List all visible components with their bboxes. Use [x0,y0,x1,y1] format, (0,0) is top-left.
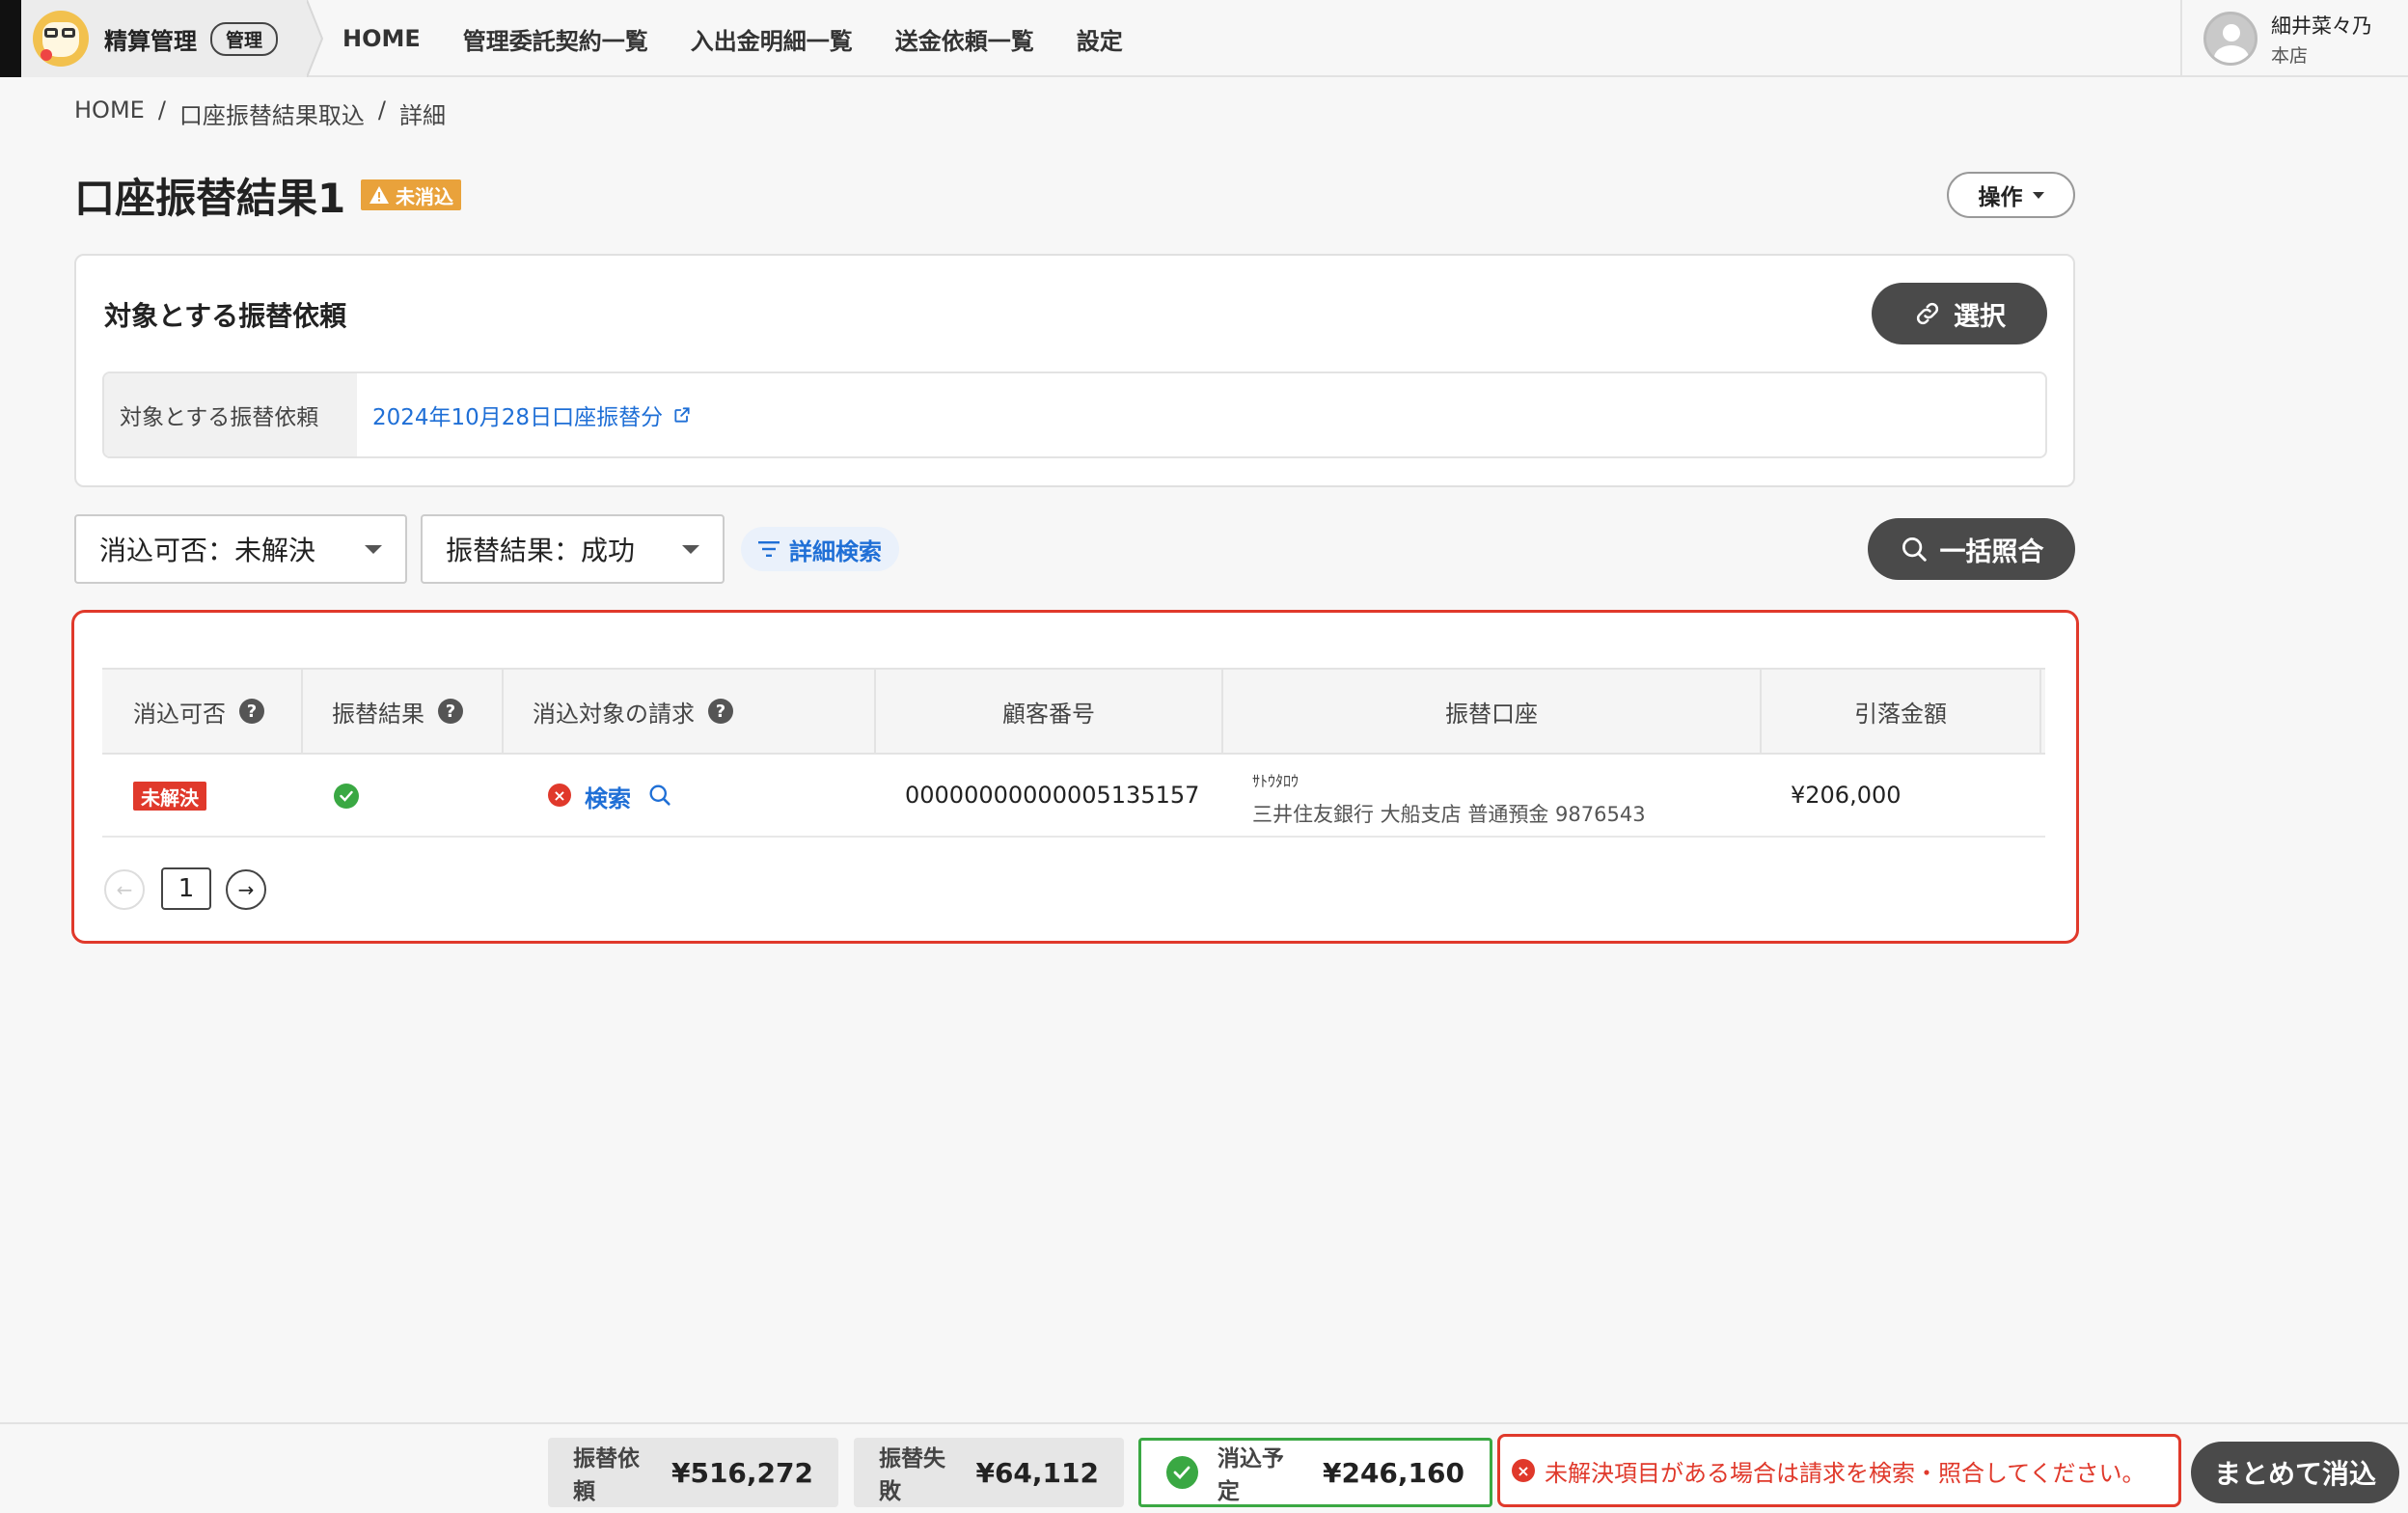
bulk-match-button[interactable]: 一括照合 [1868,518,2075,580]
th-reconcile-label: 消込可否 [133,700,226,728]
pager-prev-button[interactable]: ← [104,869,145,910]
warning-icon [369,186,389,204]
check-circle-icon [1166,1456,1198,1489]
link-icon [1916,302,1939,325]
summary-value: ¥246,160 [1322,1456,1464,1489]
summary-label: 振替失敗 [879,1446,945,1504]
help-icon[interactable]: ? [239,699,264,724]
breadcrumb-separator: / [377,96,386,124]
account-bank-info: 三井住友銀行 大船支店 普通預金 9876543 [1252,803,1646,826]
search-icon[interactable] [646,782,673,809]
card-title: 対象とする振替依頼 [104,300,347,332]
pager-current-page[interactable]: 1 [161,867,211,910]
target-request-row: 対象とする振替依頼 2024年10月28日口座振替分 [102,371,2047,458]
search-request-link[interactable]: 検索 [585,780,631,813]
advanced-search-label: 詳細検索 [789,537,882,565]
select-button[interactable]: 選択 [1872,283,2047,344]
error-x-icon: × [1512,1459,1535,1482]
nav-settings[interactable]: 設定 [1077,22,1123,56]
batch-reconcile-button[interactable]: まとめて消込 [2191,1442,2399,1503]
error-x-icon: × [548,784,571,807]
bulk-match-label: 一括照合 [1939,536,2044,567]
window-edge [0,0,21,77]
target-request-link[interactable]: 2024年10月28日口座振替分 [357,373,692,456]
warning-text: 未解決項目がある場合は請求を検索・照合してください。 [1545,1459,2146,1487]
advanced-search-button[interactable]: 詳細検索 [741,527,899,571]
help-icon[interactable]: ? [708,699,733,724]
th-account-label: 振替口座 [1445,700,1538,728]
unresolved-warning: × 未解決項目がある場合は請求を検索・照合してください。 [1497,1434,2181,1507]
th-target-request-label: 消込対象の請求 [533,700,695,728]
user-menu[interactable]: 細井菜々乃 本店 [2180,0,2408,77]
help-icon[interactable]: ? [438,699,463,724]
breadcrumb-import[interactable]: 口座振替結果取込 [179,96,365,130]
app-logo-icon [33,11,89,67]
dropdown-arrow-icon [682,544,699,554]
result-filter-select[interactable]: 振替結果：成功 [421,514,725,584]
summary-scheduled: 消込予定 ¥246,160 [1138,1438,1492,1507]
nav-home[interactable]: HOME [342,25,421,52]
filter-icon [758,541,780,557]
dropdown-arrow-icon [365,544,382,554]
th-customer-no: 顧客番号 [876,668,1223,755]
summary-value: ¥516,272 [670,1456,813,1489]
account-holder-kana: ｻﾄｳﾀﾛｳ [1252,772,1300,790]
nav-remittance-requests[interactable]: 送金依頼一覧 [895,22,1034,56]
summary-transfer-request: 振替依頼 ¥516,272 [548,1438,838,1507]
target-request-value[interactable]: 2024年10月28日口座振替分 [372,399,663,431]
nav-deposit-details[interactable]: 入出金明細一覧 [691,22,853,56]
summary-value: ¥64,112 [975,1456,1099,1489]
brand-divider [307,0,324,77]
th-account: 振替口座 [1223,668,1762,755]
th-customer-no-label: 顧客番号 [1002,700,1095,728]
summary-label: 振替依頼 [573,1446,640,1504]
debit-amount: ¥206,000 [1791,782,1902,809]
page-title: 口座振替結果1 [74,175,346,222]
summary-transfer-failed: 振替失敗 ¥64,112 [854,1438,1124,1507]
th-target-request: 消込対象の請求 ? [504,668,876,755]
th-transfer-result-label: 振替結果 [332,700,424,728]
status-badge-label: 未消込 [396,184,453,208]
th-reconcile: 消込可否 ? [102,668,303,755]
th-amount-label: 引落金額 [1854,700,1947,728]
role-badge: 管理 [210,21,279,56]
breadcrumb: HOME / 口座振替結果取込 / 詳細 [74,96,446,130]
result-filter-value: 振替結果：成功 [446,535,636,566]
select-label: 選択 [1954,301,2006,332]
brand-title: 精算管理 [104,27,197,55]
external-link-icon [674,407,690,423]
breadcrumb-current: 詳細 [399,102,446,129]
user-branch: 本店 [2271,44,2309,67]
operations-dropdown[interactable]: 操作 [1947,172,2075,218]
reconcile-filter-select[interactable]: 消込可否：未解決 [74,514,407,584]
reconcile-filter-value: 消込可否：未解決 [99,535,316,566]
breadcrumb-separator: / [157,96,166,124]
status-badge: 未消込 [361,179,461,210]
search-icon [1902,537,1927,562]
target-request-label: 対象とする振替依頼 [104,373,357,456]
reconcile-status-badge: 未解決 [133,782,206,811]
customer-number: 00000000000005135157 [905,782,1200,809]
summary-label: 消込予定 [1217,1446,1284,1504]
th-amount: 引落金額 [1762,668,2041,755]
th-transfer-result: 振替結果 ? [303,668,504,755]
user-name: 細井菜々乃 [2271,14,2372,38]
caret-down-icon [2032,191,2044,199]
operations-label: 操作 [1978,185,2023,210]
avatar-icon [2203,12,2258,66]
success-check-icon [334,784,359,809]
breadcrumb-home[interactable]: HOME [74,96,145,130]
nav-management-contracts[interactable]: 管理委託契約一覧 [463,22,648,56]
main-nav: HOME 管理委託契約一覧 入出金明細一覧 送金依頼一覧 設定 [342,0,1123,77]
brand[interactable]: 精算管理 管理 [21,0,307,77]
pager-next-button[interactable]: → [226,869,266,910]
